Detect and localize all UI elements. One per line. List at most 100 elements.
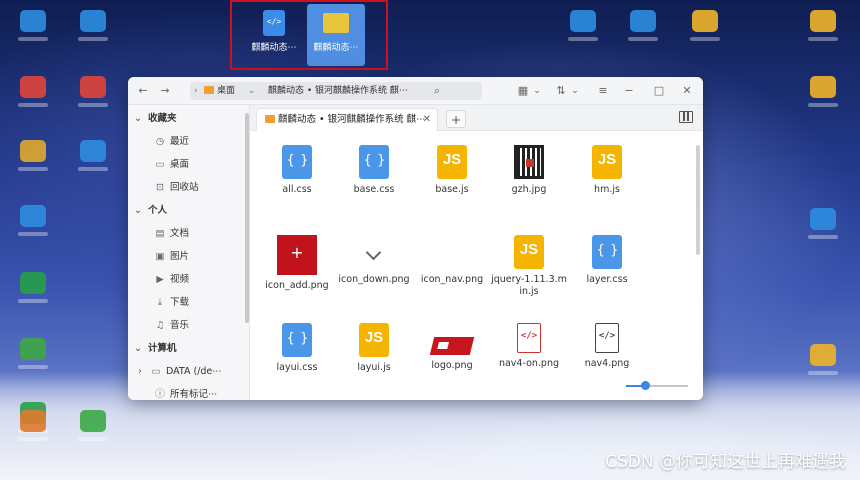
shortcut-label-blur xyxy=(690,37,720,41)
desktop-item-code-file[interactable]: </> 麒麟动态⋯ xyxy=(245,4,303,66)
app-icon xyxy=(692,10,718,32)
file-item[interactable]: jquery-1.11.3.min.js xyxy=(490,235,568,298)
app-icon xyxy=(630,10,656,32)
document-icon: ▤ xyxy=(155,228,165,239)
file-name: hm.js xyxy=(594,184,620,195)
file-item[interactable]: icon_down.png xyxy=(335,235,413,286)
file-name: base.js xyxy=(435,184,469,195)
back-button[interactable]: ← xyxy=(136,83,150,99)
desktop-shortcut[interactable] xyxy=(76,10,110,41)
search-icon[interactable]: ⌕ xyxy=(430,83,444,99)
forward-button[interactable]: → xyxy=(158,83,172,99)
close-button[interactable]: ✕ xyxy=(680,83,694,99)
sidebar-section-header[interactable]: ⌄ 收藏夹 xyxy=(132,109,250,129)
zoom-slider-handle[interactable] xyxy=(640,381,650,390)
sidebar-item[interactable]: › ▭ DATA (/de⋯ xyxy=(134,362,252,382)
file-item[interactable]: layui.js xyxy=(335,323,413,374)
app-icon xyxy=(20,338,46,360)
desktop-shortcut[interactable] xyxy=(626,10,660,41)
view-dropdown-icon[interactable]: ⌄ xyxy=(532,83,542,99)
desktop-shortcut[interactable] xyxy=(76,140,110,171)
css-file-icon xyxy=(282,145,312,179)
zoom-slider[interactable] xyxy=(626,381,688,390)
folder-icon xyxy=(265,115,275,123)
tab-close-icon[interactable]: ✕ xyxy=(423,109,431,131)
path-subfolder[interactable]: 麒麟动态 • 银河麒麟操作系统 麒⋯ xyxy=(268,82,478,100)
desktop-shortcut[interactable] xyxy=(16,140,50,171)
path-dropdown-icon[interactable]: ⌄ xyxy=(248,82,256,100)
file-item[interactable]: nav4-on.png xyxy=(490,323,568,370)
menu-icon[interactable]: ≡ xyxy=(596,83,610,99)
desktop-shortcut[interactable] xyxy=(76,76,110,107)
js-file-icon xyxy=(437,145,467,179)
folder-icon xyxy=(204,86,214,94)
minimize-button[interactable]: − xyxy=(622,83,636,99)
sort-dropdown-icon[interactable]: ⌄ xyxy=(570,83,580,99)
file-item[interactable]: layer.css xyxy=(568,235,646,286)
logo-image-icon xyxy=(429,337,475,355)
tab-current-folder[interactable]: 麒麟动态 • 银河麒麟操作系统 麒⋯ ✕ xyxy=(256,108,438,131)
file-item[interactable]: hm.js xyxy=(568,145,646,196)
desktop-shortcut[interactable] xyxy=(16,338,50,369)
shortcut-label-blur xyxy=(808,103,838,107)
file-item[interactable]: icon_add.png xyxy=(258,235,336,292)
app-icon xyxy=(570,10,596,32)
desktop-shortcut[interactable] xyxy=(16,10,50,41)
desktop-shortcut[interactable] xyxy=(806,208,840,239)
desktop-shortcut[interactable] xyxy=(76,410,110,441)
file-item[interactable]: all.css xyxy=(258,145,336,196)
file-grid-scrollbar[interactable] xyxy=(696,145,700,255)
desktop-shortcut[interactable] xyxy=(16,205,50,236)
blank-image-icon xyxy=(437,235,467,269)
desktop-shortcut[interactable] xyxy=(16,76,50,107)
shortcut-label-blur xyxy=(18,299,48,303)
code-file-icon: </> xyxy=(263,10,285,36)
shortcut-label-blur xyxy=(18,365,48,369)
chevron-right-icon: › xyxy=(138,366,142,377)
file-item[interactable]: nav4.png xyxy=(568,323,646,370)
clock-icon: ◷ xyxy=(155,136,165,147)
new-tab-button[interactable]: + xyxy=(446,110,466,128)
app-icon xyxy=(20,205,46,227)
video-icon: ▶ xyxy=(156,274,164,285)
code-file-icon xyxy=(595,323,619,353)
desktop-item-folder[interactable]: 麒麟动态⋯ xyxy=(307,4,365,66)
file-item[interactable]: gzh.jpg xyxy=(490,145,568,196)
preview-pane-icon[interactable] xyxy=(679,111,693,123)
file-item[interactable]: logo.png xyxy=(413,323,491,372)
sort-icon[interactable]: ⇅ xyxy=(554,83,568,99)
file-item[interactable]: base.css xyxy=(335,145,413,196)
file-item[interactable]: base.js xyxy=(413,145,491,196)
desktop-shortcut[interactable] xyxy=(16,410,50,441)
desktop-shortcut[interactable] xyxy=(806,344,840,375)
desktop-shortcut[interactable] xyxy=(688,10,722,41)
shortcut-label-blur xyxy=(628,37,658,41)
app-icon xyxy=(20,410,46,432)
sidebar-section-header[interactable]: ⌄ 计算机 xyxy=(132,339,250,359)
file-name: icon_add.png xyxy=(265,280,329,291)
js-file-icon xyxy=(592,145,622,179)
app-icon xyxy=(20,10,46,32)
desktop-shortcut[interactable] xyxy=(566,10,600,41)
desktop-shortcut[interactable] xyxy=(806,10,840,41)
picture-icon: ▣ xyxy=(155,251,165,262)
drive-icon: ▭ xyxy=(151,366,161,377)
app-icon xyxy=(80,10,106,32)
trash-icon: ⊡ xyxy=(156,182,164,193)
desktop-shortcut[interactable] xyxy=(16,272,50,303)
sidebar-section-header[interactable]: ⌄ 个人 xyxy=(132,201,250,221)
path-chevron-icon: › xyxy=(194,86,198,96)
desktop-shortcut[interactable] xyxy=(806,76,840,107)
maximize-button[interactable]: □ xyxy=(652,83,666,99)
file-grid: all.css base.css base.js gzh.jpg hm.js icon_a… xyxy=(250,131,703,400)
path-location[interactable]: 桌面 xyxy=(204,82,235,100)
file-item[interactable]: icon_nav.png xyxy=(413,235,491,286)
tag-icon: ⓘ xyxy=(155,389,165,400)
file-name: nav4-on.png xyxy=(498,358,560,369)
file-manager-window: ← → › 桌面 ⌄ 麒麟动态 • 银河麒麟操作系统 麒⋯ ⌕ ▦ ⌄ ⇅ ⌄ … xyxy=(128,77,703,400)
shortcut-label-blur xyxy=(18,437,48,441)
view-mode-icon[interactable]: ▦ xyxy=(516,83,530,99)
app-icon xyxy=(80,410,106,432)
shortcut-label-blur xyxy=(568,37,598,41)
file-item[interactable]: layui.css xyxy=(258,323,336,374)
